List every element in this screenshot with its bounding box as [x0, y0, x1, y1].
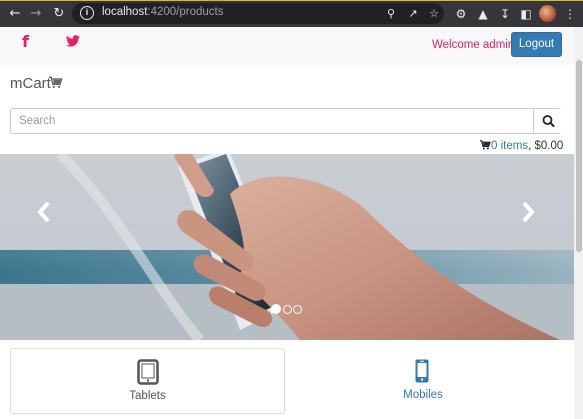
cart-separator: , — [528, 140, 532, 152]
url-text: localhost:4200/products — [102, 6, 223, 18]
zoom-icon[interactable]: ⚲ — [384, 7, 398, 21]
carousel-prev-icon[interactable] — [37, 201, 51, 223]
profile-avatar[interactable] — [539, 5, 556, 22]
carousel-indicator-3[interactable] — [293, 305, 302, 314]
download-icon[interactable]: ↧ — [497, 6, 513, 22]
menu-icon[interactable]: ⋮ — [562, 6, 578, 22]
cart-icon — [49, 76, 63, 89]
cart-summary[interactable]: 0 items, $0.00 — [480, 140, 563, 152]
search-input[interactable] — [11, 109, 533, 133]
twitter-icon[interactable] — [66, 35, 80, 47]
browser-toolbar: ← → ↻ i localhost:4200/products ⚲ ↗ ☆ ⚙ … — [0, 0, 583, 27]
cart-total: $0.00 — [534, 140, 564, 152]
star-icon[interactable]: ☆ — [427, 7, 441, 21]
carousel-indicator-1[interactable] — [271, 304, 281, 314]
back-icon[interactable]: ← — [6, 5, 24, 23]
forward-icon[interactable]: → — [27, 5, 45, 23]
cart-summary-icon — [480, 140, 491, 150]
url-path: :4200/products — [147, 6, 224, 18]
app-topbar: f Welcome admin Logout — [0, 27, 574, 65]
url-host: localhost — [102, 6, 148, 18]
share-icon[interactable]: ↗ — [406, 7, 420, 21]
search-icon — [542, 115, 555, 127]
flask-icon[interactable]: ▲ — [475, 6, 491, 22]
tab-strip-edge — [0, 0, 583, 1]
sidebar-icon[interactable]: ◧ — [518, 6, 534, 22]
tablet-icon — [137, 359, 159, 385]
facebook-icon[interactable]: f — [22, 32, 29, 51]
reload-icon[interactable]: ↻ — [50, 5, 68, 23]
carousel-indicator-2[interactable] — [283, 305, 292, 314]
category-mobiles[interactable]: Mobiles — [285, 348, 561, 414]
address-bar[interactable]: i localhost:4200/products ⚲ ↗ ☆ — [72, 3, 444, 24]
extensions-icon[interactable]: ⚙ — [453, 6, 469, 22]
search-button[interactable] — [533, 109, 562, 133]
carousel-next-icon[interactable] — [521, 201, 535, 223]
search-group — [10, 108, 562, 134]
mobile-icon — [415, 359, 429, 383]
scrollbar-thumb[interactable] — [576, 60, 582, 252]
cart-items-link[interactable]: 0 items — [491, 140, 528, 152]
welcome-text: Welcome admin — [432, 39, 515, 51]
brand-logo[interactable]: mCart — [10, 75, 51, 92]
category-label: Mobiles — [403, 389, 443, 401]
logout-button[interactable]: Logout — [511, 32, 562, 57]
hero-carousel — [0, 154, 574, 340]
category-tablets[interactable]: Tablets — [10, 348, 285, 414]
category-label: Tablets — [129, 390, 166, 402]
info-icon[interactable]: i — [80, 6, 94, 20]
